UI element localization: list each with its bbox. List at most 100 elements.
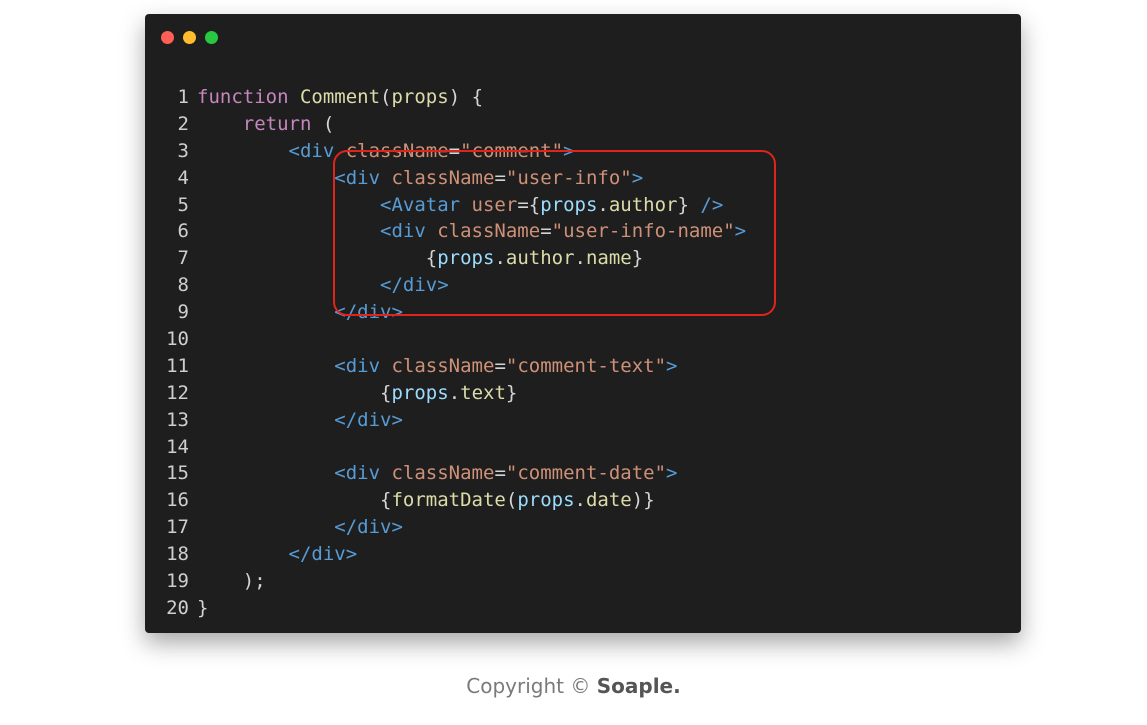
code-token: author xyxy=(608,193,678,216)
copyright-text: Copyright © xyxy=(466,674,597,698)
code-token: user xyxy=(471,193,518,216)
code-token: <div xyxy=(288,139,346,162)
code-token: className xyxy=(391,166,495,189)
line-number: 8 xyxy=(177,274,189,297)
code-token: . xyxy=(597,193,609,216)
code-token: className xyxy=(391,462,495,485)
code-token: > xyxy=(734,220,747,243)
line-number: 5 xyxy=(177,193,189,216)
code-token: = xyxy=(494,166,506,189)
code-token: . xyxy=(494,247,506,270)
code-token: function xyxy=(197,86,300,108)
minimize-dot-icon[interactable] xyxy=(183,31,196,44)
line-code: <Avatar user={props.author} /> xyxy=(197,192,723,219)
code-token: text xyxy=(460,381,506,404)
code-token: className xyxy=(391,354,495,377)
code-token: = xyxy=(494,354,506,377)
code-token: name xyxy=(585,247,632,270)
code-token: props xyxy=(540,193,598,216)
line-number: 10 xyxy=(166,328,189,351)
line-code: {props.author.name} xyxy=(197,245,643,272)
code-token: } xyxy=(197,596,209,619)
line-number: 3 xyxy=(177,139,189,162)
code-token: className xyxy=(437,220,541,243)
line-number: 6 xyxy=(177,220,189,243)
close-dot-icon[interactable] xyxy=(161,31,174,44)
code-token: = xyxy=(448,139,461,162)
code-token: = xyxy=(540,220,552,243)
line-code: function Comment(props) { xyxy=(197,84,483,111)
line-code: <div className="comment-date"> xyxy=(197,460,677,487)
code-token: { xyxy=(380,489,392,512)
line-number: 12 xyxy=(166,381,189,404)
line-number: 7 xyxy=(177,247,189,270)
maximize-dot-icon[interactable] xyxy=(205,31,218,44)
line-code: </div> xyxy=(197,272,449,299)
code-token: </div> xyxy=(380,274,449,297)
brand-name: Soaple. xyxy=(596,674,681,698)
code-token: . xyxy=(448,381,461,404)
code-token: <div xyxy=(334,166,392,189)
code-token: formatDate xyxy=(391,489,506,512)
code-token: props xyxy=(391,381,449,404)
code-token: { xyxy=(380,381,392,404)
code-token: props xyxy=(517,489,575,512)
code-token: author xyxy=(505,247,575,270)
code-token: <div xyxy=(334,354,392,377)
line-code: {formatDate(props.date)} xyxy=(197,487,655,514)
code-window: 1 function Comment(props) {2 return (3 <d… xyxy=(145,14,1021,633)
line-code: {props.text} xyxy=(197,380,517,407)
line-code: </div> xyxy=(197,514,403,541)
code-token: } xyxy=(677,193,701,216)
line-number: 2 xyxy=(177,112,189,135)
line-code: <div className="comment-text"> xyxy=(197,353,678,380)
code-token: <div xyxy=(380,220,438,243)
code-token: )} xyxy=(631,489,655,512)
line-code: </div> xyxy=(197,299,403,326)
line-number: 14 xyxy=(166,435,189,458)
code-token: } xyxy=(631,247,644,270)
code-token: ( xyxy=(380,86,392,108)
code-token: <div xyxy=(334,462,392,485)
line-code: return ( xyxy=(197,111,335,138)
code-token: "user-info-name" xyxy=(551,220,735,243)
line-number: 11 xyxy=(166,354,189,377)
code-token: date xyxy=(585,489,632,512)
code-token: className xyxy=(345,139,449,162)
code-token: ); xyxy=(242,570,266,593)
code-token: ( xyxy=(505,489,518,512)
code-token: </div> xyxy=(334,516,403,539)
code-token: > xyxy=(666,354,678,377)
line-number: 15 xyxy=(166,462,189,485)
code-token: props xyxy=(437,247,495,270)
code-token: props xyxy=(391,86,449,108)
line-code: </div> xyxy=(197,407,403,434)
code-token: "user-info" xyxy=(505,166,632,189)
code-token: > xyxy=(563,139,575,162)
code-token: </div> xyxy=(288,543,358,566)
code-token: ={ xyxy=(517,193,541,216)
line-code: </div> xyxy=(197,541,358,568)
line-number: 20 xyxy=(166,596,189,619)
code-token: ) { xyxy=(448,86,484,108)
line-number: 1 xyxy=(177,86,189,108)
code-token: <Avatar xyxy=(380,193,472,216)
code-token: > xyxy=(631,166,644,189)
line-number: 13 xyxy=(166,408,189,431)
line-number: 19 xyxy=(166,570,189,593)
code-token: return xyxy=(242,112,312,135)
code-token: { xyxy=(425,247,438,270)
